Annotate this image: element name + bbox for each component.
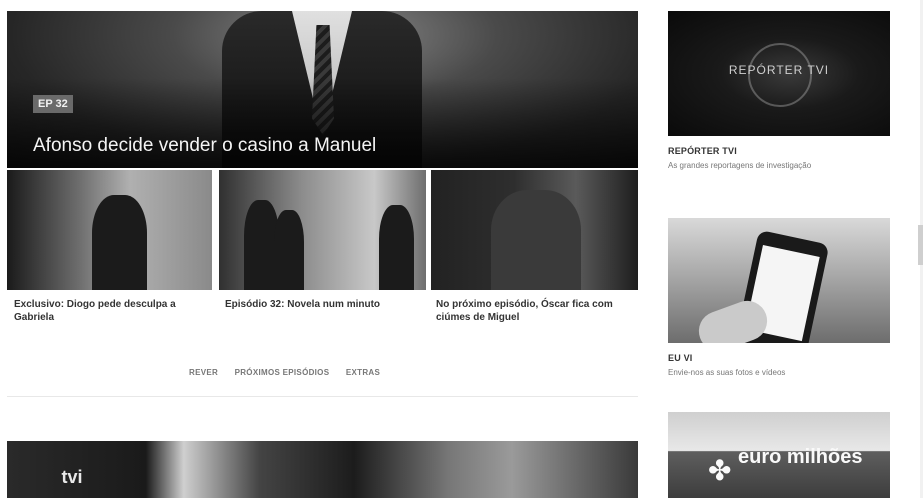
- sidebar-card-title[interactable]: EU VI: [668, 353, 890, 363]
- thumbnail-person: [92, 195, 147, 290]
- sidebar-card-title[interactable]: REPÓRTER TVI: [668, 146, 890, 156]
- sidebar-card-eu-vi[interactable]: EU VI Envie-nos as suas fotos e vídeos: [668, 218, 890, 378]
- section-divider: [7, 396, 638, 397]
- sidebar-card-description: Envie-nos as suas fotos e vídeos: [668, 368, 786, 377]
- thumbnail-person: [379, 205, 414, 290]
- video-thumbnails-row: [7, 170, 638, 290]
- tab-extras[interactable]: EXTRAS: [346, 368, 380, 377]
- video-thumbnail-3[interactable]: [431, 170, 638, 290]
- sidebar-card-reporter-tvi[interactable]: REPÓRTER TVI REPÓRTER TVI As grandes rep…: [668, 11, 890, 171]
- tvi-logo: tvi: [61, 467, 83, 487]
- episode-badge: EP 32: [33, 95, 73, 113]
- reporter-tvi-image[interactable]: REPÓRTER TVI: [668, 11, 890, 136]
- tab-proximos-episodios[interactable]: PRÓXIMOS EPISÓDIOS: [235, 368, 330, 377]
- video-thumbnail-2[interactable]: [219, 170, 426, 290]
- episode-tabs: REVER PRÓXIMOS EPISÓDIOS EXTRAS: [189, 368, 394, 377]
- euromilhoes-image[interactable]: ✤ euro milhões: [668, 412, 890, 498]
- sidebar-card-description: As grandes reportagens de investigação: [668, 161, 812, 170]
- thumbnail-person: [274, 210, 304, 290]
- thumbnail-caption-1[interactable]: Exclusivo: Diogo pede desculpa a Gabriel…: [14, 298, 194, 324]
- reporter-tvi-logo: REPÓRTER TVI: [728, 63, 830, 77]
- clover-icon: ✤: [708, 455, 732, 486]
- thumbnail-caption-3[interactable]: No próximo episódio, Óscar fica com ciúm…: [436, 298, 621, 324]
- sidebar-card-euromilhoes[interactable]: ✤ euro milhões: [668, 412, 890, 498]
- thumbnail-person: [491, 190, 581, 290]
- thumbnail-caption-2[interactable]: Episódio 32: Novela num minuto: [225, 298, 395, 311]
- bottom-video-thumbnail[interactable]: tvi: [7, 441, 638, 498]
- tab-rever[interactable]: REVER: [189, 368, 218, 377]
- eu-vi-image[interactable]: [668, 218, 890, 343]
- featured-episode-banner[interactable]: EP 32 Afonso decide vender o casino a Ma…: [7, 11, 638, 168]
- euromilhoes-logo: euro milhões: [738, 446, 863, 468]
- video-thumbnail-1[interactable]: [7, 170, 212, 290]
- scrollbar-handle[interactable]: [918, 225, 923, 265]
- featured-episode-title[interactable]: Afonso decide vender o casino a Manuel: [33, 135, 376, 157]
